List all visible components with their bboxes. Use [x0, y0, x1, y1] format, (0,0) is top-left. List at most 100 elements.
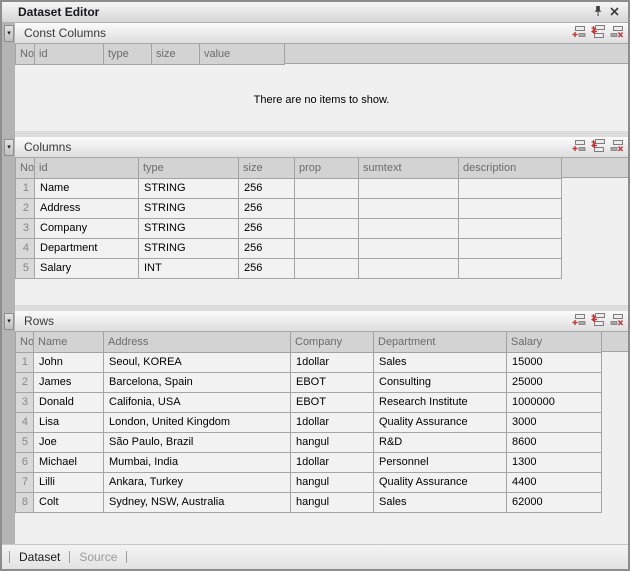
close-button[interactable]: [606, 4, 622, 20]
delete-row-button[interactable]: [609, 26, 624, 40]
column-header-id[interactable]: id: [35, 44, 104, 64]
table-cell[interactable]: Michael: [34, 452, 104, 472]
table-cell[interactable]: [359, 218, 459, 238]
table-cell[interactable]: Department: [35, 238, 139, 258]
row-number-cell[interactable]: 2: [16, 198, 35, 218]
table-cell[interactable]: [459, 218, 562, 238]
table-cell[interactable]: [459, 258, 562, 278]
table-cell[interactable]: James: [34, 372, 104, 392]
column-header-salary[interactable]: Salary: [507, 332, 602, 352]
table-cell[interactable]: 1000000: [507, 392, 602, 412]
table-cell[interactable]: 256: [239, 198, 295, 218]
column-header-no[interactable]: No: [16, 332, 34, 352]
table-cell[interactable]: 3000: [507, 412, 602, 432]
table-cell[interactable]: R&D: [374, 432, 507, 452]
table-cell[interactable]: [295, 178, 359, 198]
table-cell[interactable]: 8600: [507, 432, 602, 452]
table-cell[interactable]: 1dollar: [291, 452, 374, 472]
column-header-value[interactable]: value: [200, 44, 285, 64]
column-header-size[interactable]: size: [239, 158, 295, 178]
table-cell[interactable]: Colt: [34, 492, 104, 512]
row-number-cell[interactable]: 8: [16, 492, 34, 512]
delete-row-button[interactable]: [609, 314, 624, 328]
row-number-cell[interactable]: 7: [16, 472, 34, 492]
table-cell[interactable]: [295, 198, 359, 218]
table-cell[interactable]: 4400: [507, 472, 602, 492]
column-header-name[interactable]: Name: [34, 332, 104, 352]
table-cell[interactable]: Donald: [34, 392, 104, 412]
table-cell[interactable]: São Paulo, Brazil: [104, 432, 291, 452]
column-header-company[interactable]: Company: [291, 332, 374, 352]
column-header-description[interactable]: description: [459, 158, 562, 178]
table-cell[interactable]: [459, 178, 562, 198]
row-number-cell[interactable]: 2: [16, 372, 34, 392]
column-header-prop[interactable]: prop: [295, 158, 359, 178]
row-number-cell[interactable]: 1: [16, 352, 34, 372]
table-cell[interactable]: STRING: [139, 218, 239, 238]
table-cell[interactable]: 1dollar: [291, 352, 374, 372]
tab-dataset[interactable]: Dataset: [19, 550, 60, 564]
column-header-address[interactable]: Address: [104, 332, 291, 352]
table-cell[interactable]: hangul: [291, 432, 374, 452]
table-cell[interactable]: Lilli: [34, 472, 104, 492]
table-cell[interactable]: [459, 238, 562, 258]
row-number-cell[interactable]: 6: [16, 452, 34, 472]
row-number-cell[interactable]: 4: [16, 238, 35, 258]
table-cell[interactable]: Ankara, Turkey: [104, 472, 291, 492]
table-cell[interactable]: 256: [239, 258, 295, 278]
table-cell[interactable]: EBOT: [291, 372, 374, 392]
table-cell[interactable]: Lisa: [34, 412, 104, 432]
column-header-id[interactable]: id: [35, 158, 139, 178]
pin-button[interactable]: [590, 4, 606, 20]
table-cell[interactable]: London, United Kingdom: [104, 412, 291, 432]
column-header-size[interactable]: size: [152, 44, 200, 64]
table-cell[interactable]: Mumbai, India: [104, 452, 291, 472]
table-cell[interactable]: 15000: [507, 352, 602, 372]
delete-row-button[interactable]: [609, 140, 624, 154]
table-cell[interactable]: John: [34, 352, 104, 372]
table-cell[interactable]: 256: [239, 178, 295, 198]
table-cell[interactable]: Quality Assurance: [374, 412, 507, 432]
table-cell[interactable]: INT: [139, 258, 239, 278]
table-cell[interactable]: 62000: [507, 492, 602, 512]
table-cell[interactable]: Quality Assurance: [374, 472, 507, 492]
column-header-type[interactable]: type: [104, 44, 152, 64]
table-cell[interactable]: [359, 178, 459, 198]
table-cell[interactable]: [295, 238, 359, 258]
table-cell[interactable]: Name: [35, 178, 139, 198]
table-cell[interactable]: hangul: [291, 492, 374, 512]
collapse-button[interactable]: ▾: [4, 313, 14, 330]
column-header-no[interactable]: No: [16, 44, 35, 64]
table-cell[interactable]: [359, 258, 459, 278]
table-cell[interactable]: 1dollar: [291, 412, 374, 432]
insert-row-button[interactable]: [590, 314, 605, 328]
table-cell[interactable]: [359, 198, 459, 218]
table-cell[interactable]: Salary: [35, 258, 139, 278]
table-cell[interactable]: [295, 218, 359, 238]
table-cell[interactable]: Personnel: [374, 452, 507, 472]
tab-source[interactable]: Source: [79, 550, 117, 564]
row-number-cell[interactable]: 3: [16, 392, 34, 412]
insert-row-button[interactable]: [590, 140, 605, 154]
row-number-cell[interactable]: 5: [16, 258, 35, 278]
row-number-cell[interactable]: 1: [16, 178, 35, 198]
table-cell[interactable]: Joe: [34, 432, 104, 452]
table-cell[interactable]: EBOT: [291, 392, 374, 412]
table-cell[interactable]: Sydney, NSW, Australia: [104, 492, 291, 512]
table-cell[interactable]: STRING: [139, 198, 239, 218]
table-cell[interactable]: STRING: [139, 178, 239, 198]
column-header-department[interactable]: Department: [374, 332, 507, 352]
table-cell[interactable]: 256: [239, 238, 295, 258]
column-header-no[interactable]: No: [16, 158, 35, 178]
table-cell[interactable]: STRING: [139, 238, 239, 258]
table-cell[interactable]: [295, 258, 359, 278]
table-cell[interactable]: Consulting: [374, 372, 507, 392]
table-cell[interactable]: 1300: [507, 452, 602, 472]
add-row-button[interactable]: [571, 314, 586, 328]
table-cell[interactable]: Seoul, KOREA: [104, 352, 291, 372]
table-cell[interactable]: Califonia, USA: [104, 392, 291, 412]
row-number-cell[interactable]: 4: [16, 412, 34, 432]
collapse-button[interactable]: ▾: [4, 139, 14, 156]
add-row-button[interactable]: [571, 140, 586, 154]
insert-row-button[interactable]: [590, 26, 605, 40]
